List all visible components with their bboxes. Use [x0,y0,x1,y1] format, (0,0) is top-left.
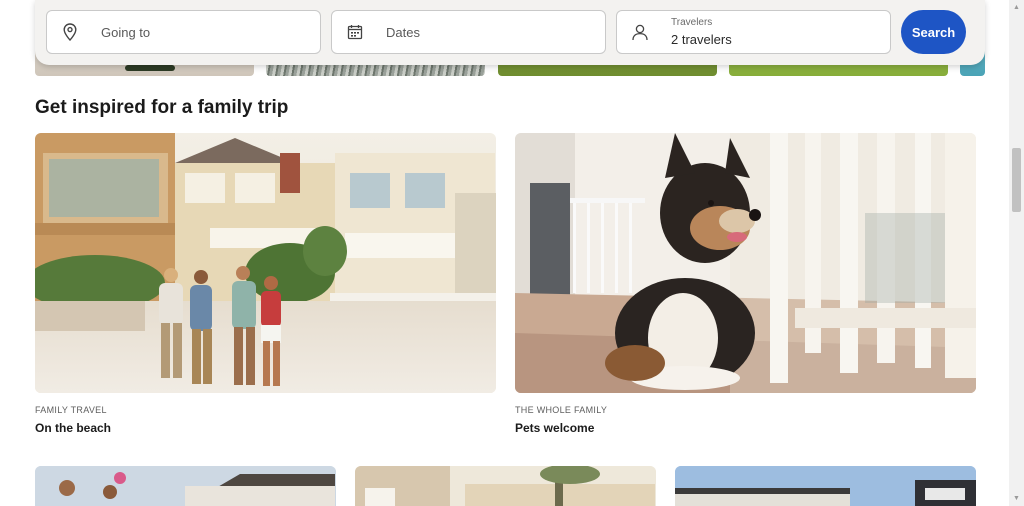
search-button[interactable]: Search [901,10,966,54]
travelers-text: Travelers 2 travelers [671,17,732,47]
next-card-photo[interactable] [355,466,656,506]
dates-field[interactable]: Dates [331,10,606,54]
section-title: Get inspired for a family trip [35,97,289,118]
card-kicker: FAMILY TRAVEL [35,405,107,415]
page: Going to Dates Travelers 2 travelers Sea… [0,0,1024,506]
search-bar: Going to Dates Travelers 2 travelers Sea… [35,0,985,65]
travelers-field[interactable]: Travelers 2 travelers [616,10,891,54]
scroll-thumb[interactable] [1012,148,1021,212]
dog-on-porch-photo[interactable] [515,133,976,393]
location-pin-icon [61,23,79,41]
card-on-the-beach[interactable]: FAMILY TRAVEL On the beach [35,133,496,435]
scrollbar[interactable]: ▲ ▼ [1009,0,1024,506]
going-to-field[interactable]: Going to [46,10,321,54]
calendar-icon [346,23,364,41]
travelers-label: Travelers [671,17,713,28]
next-card-photo[interactable] [35,466,336,506]
card-title[interactable]: Pets welcome [515,421,976,435]
beach-family-photo[interactable] [35,133,496,393]
scroll-up-arrow-icon[interactable]: ▲ [1013,4,1020,11]
scroll-down-arrow-icon[interactable]: ▼ [1013,495,1020,502]
card-kicker: THE WHOLE FAMILY [515,405,608,415]
person-icon [631,23,649,41]
card-title[interactable]: On the beach [35,421,496,435]
travelers-value: 2 travelers [671,32,732,47]
dates-placeholder: Dates [386,24,420,40]
going-to-placeholder: Going to [101,24,151,40]
card-pets-welcome[interactable]: THE WHOLE FAMILY Pets welcome [515,133,976,435]
next-card-photo[interactable] [675,466,976,506]
